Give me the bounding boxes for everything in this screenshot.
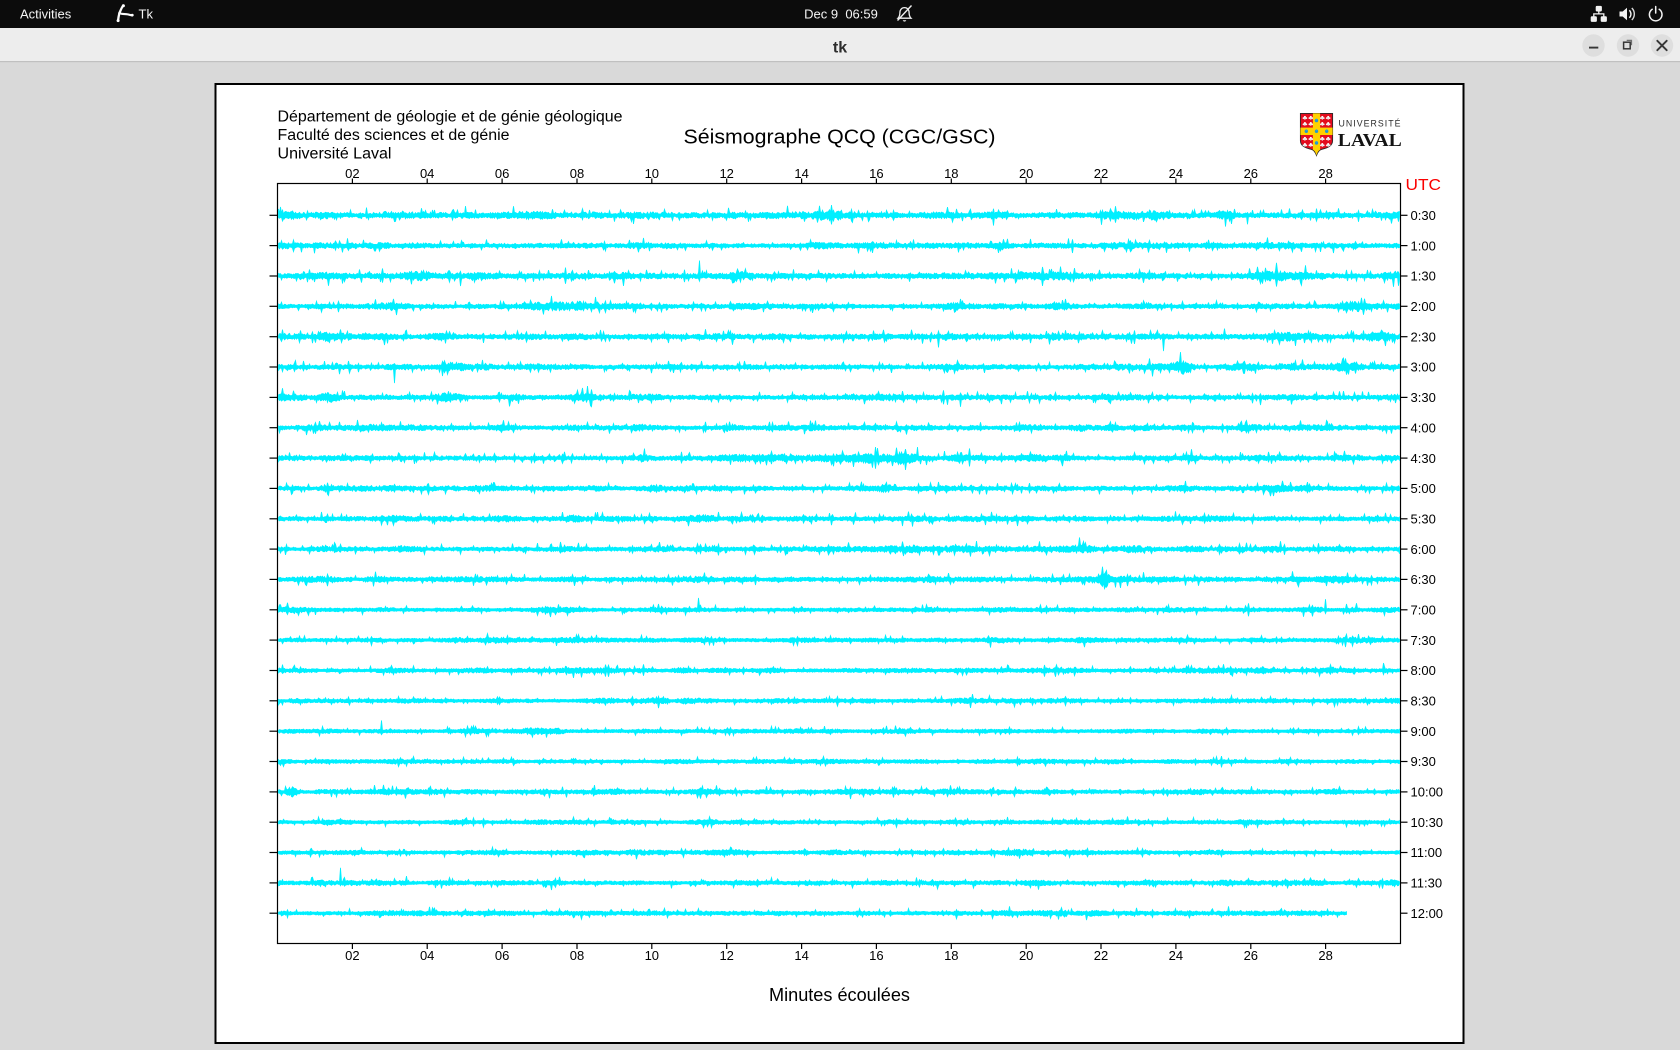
svg-text:UTC: UTC [1406,177,1442,194]
svg-text:16: 16 [869,166,883,181]
svg-text:28: 28 [1318,948,1332,963]
svg-text:06: 06 [495,948,509,963]
svg-text:0:30: 0:30 [1411,208,1436,223]
svg-text:24: 24 [1169,166,1183,181]
svg-text:08: 08 [570,948,584,963]
svg-text:12:00: 12:00 [1411,906,1444,921]
svg-text:10:00: 10:00 [1411,785,1444,800]
svg-text:1:00: 1:00 [1411,238,1436,253]
svg-text:18: 18 [944,166,958,181]
svg-text:2:00: 2:00 [1411,299,1436,314]
svg-text:2:30: 2:30 [1411,329,1436,344]
svg-text:8:30: 8:30 [1411,694,1436,709]
svg-text:7:30: 7:30 [1411,633,1436,648]
svg-text:9:30: 9:30 [1411,754,1436,769]
svg-text:4:30: 4:30 [1411,451,1436,466]
svg-text:20: 20 [1019,166,1033,181]
svg-text:11:00: 11:00 [1411,845,1443,860]
svg-text:5:00: 5:00 [1411,481,1436,496]
svg-text:02: 02 [345,166,359,181]
svg-text:Faculté des sciences et de gén: Faculté des sciences et de génie [278,127,510,144]
svg-text:12: 12 [719,948,733,963]
svg-text:Minutes écoulées: Minutes écoulées [769,984,910,1005]
svg-text:06: 06 [495,166,509,181]
svg-text:UNIVERSITÉ: UNIVERSITÉ [1339,118,1402,128]
svg-text:3:30: 3:30 [1411,390,1436,405]
svg-text:6:30: 6:30 [1411,572,1436,587]
svg-text:4:00: 4:00 [1411,420,1436,435]
svg-text:Tk: Tk [139,7,154,22]
svg-text:04: 04 [420,948,434,963]
svg-text:16: 16 [869,948,883,963]
svg-text:tk: tk [833,40,847,57]
svg-text:02: 02 [345,948,359,963]
svg-text:14: 14 [794,166,808,181]
svg-text:28: 28 [1318,166,1332,181]
svg-text:Séismographe QCQ (CGC/GSC): Séismographe QCQ (CGC/GSC) [684,126,996,149]
svg-text:7:00: 7:00 [1411,603,1436,618]
svg-text:26: 26 [1244,948,1258,963]
svg-text:18: 18 [944,948,958,963]
svg-text:Département de géologie et de: Département de géologie et de génie géol… [278,108,623,125]
svg-text:8:00: 8:00 [1411,663,1436,678]
svg-text:Université Laval: Université Laval [278,146,392,163]
svg-text:9:00: 9:00 [1411,724,1436,739]
svg-text:5:30: 5:30 [1411,512,1436,527]
svg-text:26: 26 [1244,166,1258,181]
svg-text:04: 04 [420,166,434,181]
svg-text:10: 10 [645,948,659,963]
svg-text:10:30: 10:30 [1411,815,1444,830]
svg-text:Dec 9 06:59: Dec 9 06:59 [804,7,878,22]
svg-text:20: 20 [1019,948,1033,963]
svg-text:14: 14 [794,948,808,963]
svg-text:12: 12 [719,166,733,181]
svg-text:LAVAL: LAVAL [1338,130,1402,150]
svg-text:3:00: 3:00 [1411,360,1436,375]
svg-text:22: 22 [1094,948,1108,963]
svg-text:6:00: 6:00 [1411,542,1436,557]
svg-text:1:30: 1:30 [1411,269,1436,284]
svg-text:24: 24 [1169,948,1183,963]
svg-text:Activities: Activities [20,7,72,22]
svg-text:22: 22 [1094,166,1108,181]
svg-text:11:30: 11:30 [1411,876,1443,891]
svg-text:08: 08 [570,166,584,181]
svg-text:10: 10 [645,166,659,181]
